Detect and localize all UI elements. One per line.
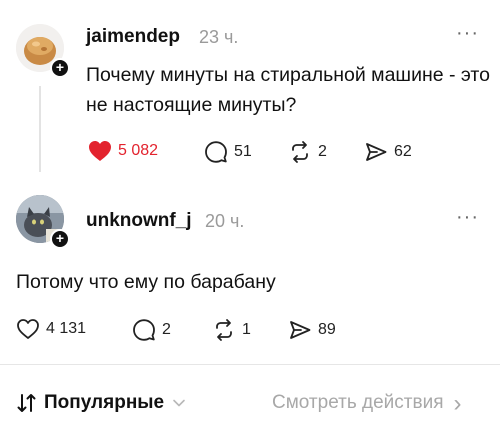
like-count: 4 131	[46, 320, 87, 337]
post-time: 20 ч.	[205, 211, 245, 231]
reply-button[interactable]: 2	[132, 318, 171, 342]
reply-button[interactable]: 51	[204, 140, 252, 164]
post-text: Почему минуты на стиральной машине - это…	[86, 64, 490, 116]
follow-plus-icon[interactable]: +	[50, 58, 70, 78]
more-options-icon[interactable]: ···	[456, 22, 479, 45]
post-text: Потому что ему по барабану	[16, 271, 276, 293]
share-count: 62	[394, 143, 412, 160]
thread-line	[39, 86, 41, 172]
send-icon	[366, 143, 387, 161]
reply-count: 2	[162, 321, 171, 338]
username[interactable]: jaimendep	[86, 26, 180, 48]
view-activity-label: Смотреть действия	[272, 392, 444, 413]
repost-arrows-icon	[292, 141, 308, 163]
like-button[interactable]: 4 131	[16, 318, 86, 340]
sort-arrows-icon	[17, 394, 36, 412]
view-activity-link[interactable]: Смотреть действия ›	[272, 389, 462, 417]
sort-dropdown[interactable]: Популярные	[16, 392, 186, 414]
more-options-icon[interactable]: ···	[456, 206, 479, 229]
repost-count: 1	[242, 321, 251, 338]
post-time: 23 ч.	[199, 27, 239, 47]
sort-label: Популярные	[44, 392, 165, 413]
repost-button[interactable]: 1	[212, 318, 251, 342]
divider	[0, 364, 500, 365]
repost-button[interactable]: 2	[288, 140, 327, 164]
chevron-down-icon	[173, 399, 185, 407]
share-count: 89	[318, 321, 336, 338]
like-button[interactable]: 5 082	[88, 140, 158, 162]
repost-count: 2	[318, 143, 327, 160]
share-button[interactable]: 89	[288, 318, 336, 342]
repost-arrows-icon	[216, 319, 232, 341]
reply-count: 51	[234, 143, 252, 160]
heart-filled-icon	[89, 141, 111, 161]
follow-plus-icon[interactable]: +	[50, 229, 70, 249]
comment-bubble-icon	[133, 319, 155, 341]
like-count: 5 082	[118, 142, 159, 159]
send-icon	[290, 321, 311, 339]
username[interactable]: unknownf_j	[86, 210, 192, 232]
chevron-right-icon: ›	[453, 389, 462, 417]
share-button[interactable]: 62	[364, 140, 412, 164]
heart-outline-icon	[17, 319, 39, 339]
comment-bubble-icon	[205, 141, 227, 163]
